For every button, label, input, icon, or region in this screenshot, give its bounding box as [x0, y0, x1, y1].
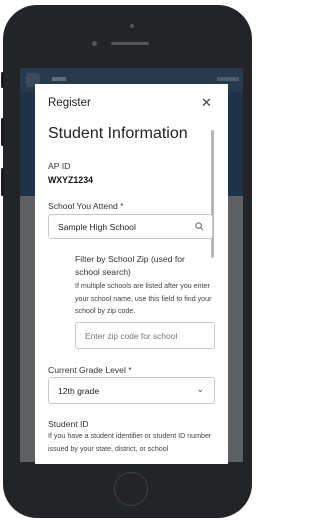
- zip-filter-label: Filter by School Zip (used for school se…: [75, 254, 185, 277]
- volume-up-button: [1, 118, 4, 146]
- ap-id-label: AP ID: [48, 161, 71, 171]
- volume-down-button: [1, 168, 4, 196]
- zip-input-placeholder: Enter zip code for school: [85, 331, 178, 341]
- school-input[interactable]: Sample High School: [48, 214, 213, 239]
- close-icon[interactable]: ✕: [201, 96, 212, 109]
- grade-select-value: 12th grade: [58, 386, 100, 396]
- zip-input[interactable]: Enter zip code for school: [75, 322, 215, 349]
- grade-select[interactable]: 12th grade ⌄: [48, 377, 215, 404]
- student-id-label: Student ID: [48, 419, 89, 429]
- section-title: Student Information: [48, 125, 188, 142]
- page-menu-mark: [217, 77, 239, 81]
- front-camera: [92, 41, 97, 46]
- speaker-grille: [111, 42, 149, 45]
- grade-label: Current Grade Level *: [48, 365, 132, 375]
- page-title-mark: [52, 77, 66, 81]
- school-input-value: Sample High School: [58, 222, 136, 232]
- ap-id-value: WXYZ1234: [48, 175, 93, 185]
- search-icon[interactable]: [195, 222, 204, 231]
- chevron-down-icon: ⌄: [196, 384, 204, 394]
- mute-switch: [1, 72, 4, 88]
- register-modal: Register ✕ Student Information AP ID WXY…: [35, 84, 228, 464]
- school-label: School You Attend *: [48, 201, 124, 211]
- modal-header: Register: [48, 97, 91, 109]
- zip-filter-help: If multiple schools are listed after you…: [75, 282, 212, 316]
- modal-scrollbar[interactable]: [211, 130, 214, 258]
- camera-dot: [130, 24, 134, 28]
- home-button[interactable]: [114, 472, 148, 506]
- student-id-help: If you have a student identifier or stud…: [48, 432, 212, 453]
